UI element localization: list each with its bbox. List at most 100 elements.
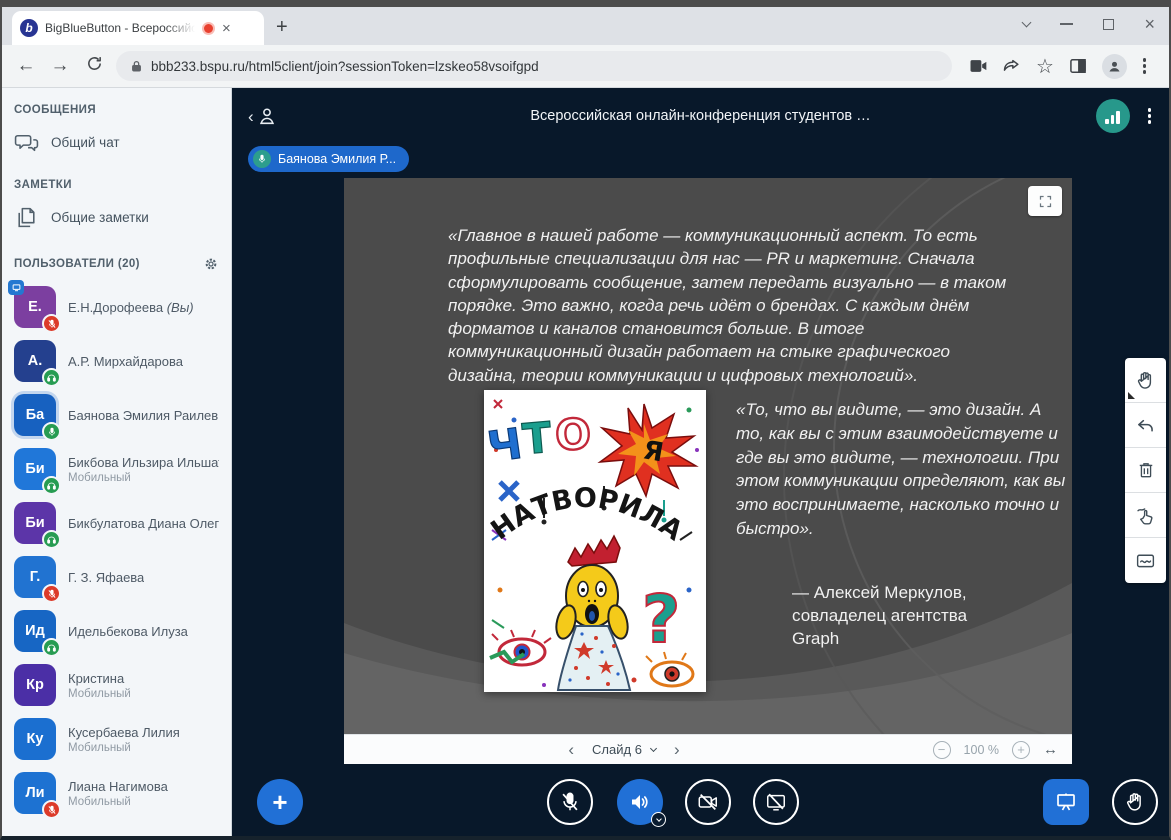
slide-quote-1: «Главное в нашей работе — коммуникационн… (448, 224, 1014, 387)
clear-annotations-button[interactable] (1125, 448, 1166, 493)
user-device-label: Мобильный (68, 796, 168, 808)
actions-plus-button[interactable]: + (257, 779, 303, 825)
audio-device-chevron-icon[interactable] (651, 812, 666, 827)
sidebar-item-public-chat[interactable]: Общий чат (2, 120, 231, 165)
user-text: Бикбова Ильзира Ильшато... Мобильный (68, 455, 219, 484)
manage-users-gear-icon[interactable] (203, 256, 219, 272)
slide-controls-bar: ‹ Слайд 6 › − 100 % + ↔ (344, 734, 1072, 764)
lock-icon (130, 60, 143, 73)
unmute-microphone-button[interactable] (547, 779, 593, 825)
audio-settings-button[interactable] (617, 779, 663, 825)
signal-bar-icon (1111, 115, 1115, 124)
next-slide-button[interactable]: › (670, 740, 684, 760)
undo-icon (1135, 415, 1156, 436)
user-list-item[interactable]: Кр (2, 658, 231, 712)
avatar-initials: Г. (30, 569, 40, 585)
window-maximize-button[interactable] (1103, 19, 1114, 30)
user-name: Кристина (68, 671, 131, 686)
user-list-item[interactable]: Би (2, 442, 231, 496)
presentation-slide[interactable]: «Главное в нашей работе — коммуникационн… (344, 178, 1072, 734)
listen-only-badge-icon (42, 530, 61, 549)
avatar-initials: Би (25, 515, 44, 531)
pan-tool-button[interactable] (1125, 493, 1166, 538)
svg-text:Т: Т (521, 413, 554, 464)
presentation-area: «Главное в нашей работе — коммуникационн… (232, 144, 1169, 836)
options-menu-icon[interactable] (1146, 106, 1154, 126)
toggle-userlist-button[interactable]: ‹ (248, 105, 278, 127)
whiteboard-tools-button[interactable] (1125, 358, 1166, 403)
whiteboard-squiggle-icon (1135, 550, 1156, 571)
window-close-button[interactable]: × (1144, 15, 1155, 33)
user-text: Кусербаева Лилия Мобильный (68, 725, 180, 754)
tab-strip: b BigBlueButton - Всероссийс × + × (2, 7, 1169, 45)
fit-to-width-button[interactable]: ↔ (1043, 741, 1058, 758)
slide-select-dropdown[interactable]: Слайд 6 (592, 742, 656, 757)
user-list-item[interactable]: Ку (2, 712, 231, 766)
user-name: Кусербаева Лилия (68, 725, 180, 740)
new-tab-button[interactable]: + (276, 16, 288, 39)
address-bar[interactable]: bbb233.bspu.ru/html5client/join?sessionT… (116, 51, 952, 81)
restore-presentation-button[interactable] (1043, 779, 1089, 825)
previous-slide-button[interactable]: ‹ (564, 740, 578, 760)
toolbar-icons: ☆ (968, 54, 1148, 79)
sidebar-item-shared-notes[interactable]: Общие заметки (2, 195, 231, 240)
share-screen-button[interactable] (753, 779, 799, 825)
undo-annotation-button[interactable] (1125, 403, 1166, 448)
user-text: Кристина Мобильный (68, 671, 131, 700)
browser-window: b BigBlueButton - Всероссийс × + × ← → b… (0, 0, 1171, 840)
user-list-item[interactable]: Би (2, 496, 231, 550)
zoom-out-button[interactable]: − (933, 741, 951, 759)
share-icon[interactable] (1002, 56, 1022, 76)
whiteboard-toolbar (1125, 358, 1166, 583)
profile-avatar[interactable] (1102, 54, 1127, 79)
browser-menu-icon[interactable] (1141, 56, 1149, 76)
user-avatar: Г. (14, 556, 56, 598)
bigbluebutton-app: СООБЩЕНИЯ Общий чат ЗАМЕТКИ Общие заметк… (2, 88, 1169, 836)
tab-close-icon[interactable]: × (222, 21, 231, 36)
user-list-item[interactable]: Ли (2, 766, 231, 820)
raise-hand-icon (1124, 791, 1146, 813)
unmuted-mic-badge-icon (42, 422, 61, 441)
zoom-level-label: 100 % (964, 743, 999, 757)
notes-header-label: ЗАМЕТКИ (14, 179, 72, 191)
user-list-item[interactable]: Е. (2, 280, 231, 334)
listen-only-badge-icon (42, 638, 61, 657)
fullscreen-button[interactable] (1028, 186, 1062, 216)
connection-status-button[interactable] (1096, 99, 1130, 133)
tool-options-triangle (1128, 392, 1135, 399)
back-button[interactable]: ← (14, 55, 38, 77)
presentation-board-icon (1054, 790, 1078, 814)
share-webcam-button[interactable] (685, 779, 731, 825)
user-list-item[interactable]: Ба (2, 388, 231, 442)
presenter-indicator-icon (8, 280, 24, 295)
users-header-label: ПОЛЬЗОВАТЕЛИ (20) (14, 258, 140, 270)
reload-button[interactable] (82, 55, 106, 78)
user-text: А.Р. Мирхайдарова (68, 354, 183, 369)
user-avatar: Би (14, 448, 56, 490)
side-panel-icon[interactable] (1068, 56, 1088, 76)
user-avatar: Би (14, 502, 56, 544)
user-list-item[interactable]: Г. (2, 550, 231, 604)
user-avatar: Кр (14, 664, 56, 706)
user-list-item[interactable]: Ид (2, 604, 231, 658)
messages-header-label: СООБЩЕНИЯ (14, 104, 96, 116)
user-text: Г. З. Яфаева (68, 570, 144, 585)
bookmark-star-icon[interactable]: ☆ (1036, 54, 1054, 79)
userlist-person-icon (256, 105, 278, 127)
user-list-item[interactable]: А. (2, 334, 231, 388)
user-device-label: Мобильный (68, 688, 131, 700)
tab-search-chevron-icon[interactable] (1022, 18, 1032, 28)
svg-text:?: ? (642, 581, 680, 658)
window-minimize-button[interactable] (1060, 23, 1073, 25)
reload-icon (86, 55, 103, 72)
zoom-in-button[interactable]: + (1012, 741, 1030, 759)
camera-in-use-icon[interactable] (968, 56, 988, 76)
raise-hand-button[interactable] (1112, 779, 1158, 825)
browser-tab[interactable]: b BigBlueButton - Всероссийс × (12, 11, 264, 45)
multi-user-whiteboard-button[interactable] (1125, 538, 1166, 583)
notes-icon (14, 205, 39, 230)
trash-icon (1136, 460, 1156, 480)
user-name: А.Р. Мирхайдарова (68, 354, 183, 369)
forward-button[interactable]: → (48, 55, 72, 77)
shared-notes-label: Общие заметки (51, 210, 149, 225)
